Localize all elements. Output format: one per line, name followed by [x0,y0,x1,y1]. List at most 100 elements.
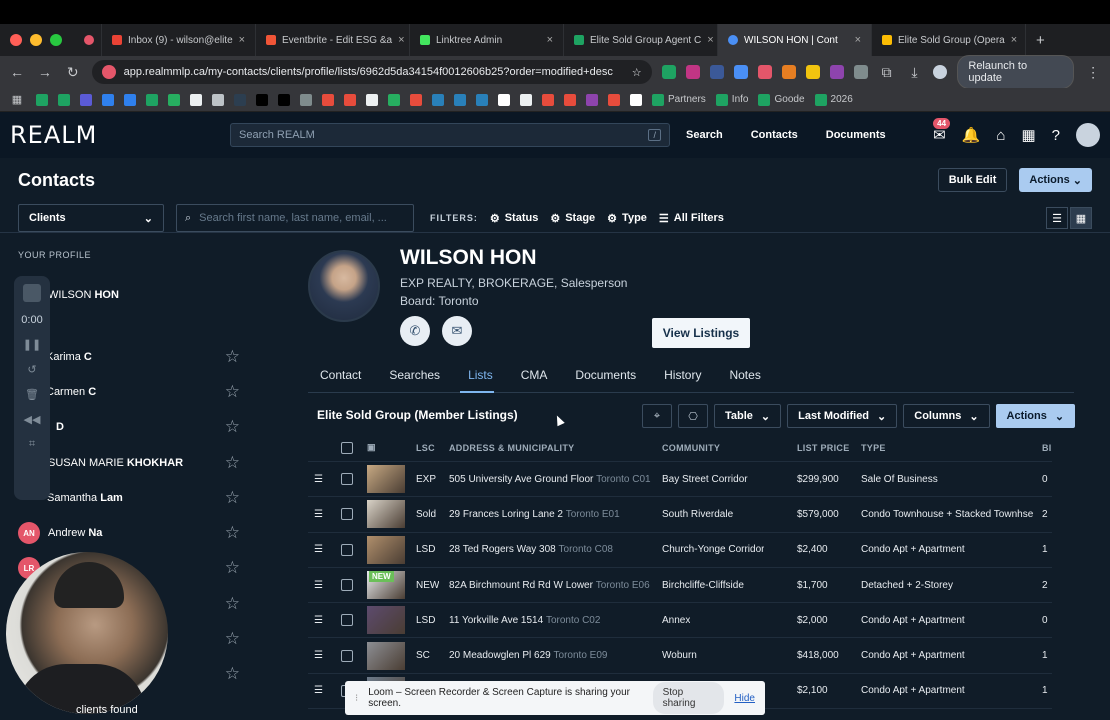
bookmark-icon[interactable] [168,93,180,106]
share-icon[interactable]: ⎔ [678,404,708,428]
star-icon[interactable]: ☆ [225,594,240,614]
bookmark-icon[interactable] [344,93,356,106]
rewind-icon[interactable]: ◀◀ [24,413,41,426]
col-extra[interactable]: BI [1042,434,1052,461]
row-checkbox[interactable] [341,543,353,556]
pause-icon[interactable]: ❚❚ [23,338,41,351]
cell-address[interactable]: 28 Ted Rogers Way 308 Toronto C08 [449,533,655,567]
address-bar[interactable]: app.realmmlp.ca/my-contacts/clients/prof… [91,60,652,84]
global-search-input[interactable]: Search REALM / [230,123,670,147]
extensions-puzzle-icon[interactable]: ⧉ [878,64,896,81]
client-type-select[interactable]: Clients ⌄ [18,204,164,232]
contact-list-item[interactable]: Karima C ☆ [18,346,240,368]
drag-handle-icon[interactable]: ☰ [314,533,323,567]
row-checkbox[interactable] [341,473,353,486]
close-tab-icon[interactable]: × [398,34,404,46]
filter-type[interactable]: ⚙ Type [607,212,647,225]
browser-tab-0[interactable] [74,24,102,56]
table-row[interactable]: ☰ LSD 28 Ted Rogers Way 308 Toronto C08 Chu… [308,533,1052,568]
grid-view-icon[interactable]: ▦ [1070,207,1092,229]
star-icon[interactable]: ☆ [225,453,240,473]
listing-thumbnail[interactable] [367,465,405,494]
bookmark-icon[interactable] [564,93,576,106]
bookmark-icon[interactable] [102,93,114,106]
browser-tab-4[interactable]: Elite Sold Group Agent C × [564,24,718,56]
filter-status[interactable]: ⚙ Status [490,212,539,225]
extension-icon[interactable] [733,65,748,79]
star-icon[interactable]: ☆ [225,523,240,543]
row-checkbox[interactable] [341,508,353,521]
extension-icon[interactable] [853,65,868,79]
drag-handle-icon[interactable]: ☰ [314,674,323,708]
browser-tab-1[interactable]: Inbox (9) - wilson@elite × [102,24,256,56]
bookmark-icon[interactable] [432,93,444,106]
browser-tab-2[interactable]: Eventbrite - Edit ESG &a × [256,24,410,56]
sidebar-profile[interactable]: WILSON HON [18,284,240,306]
listing-thumbnail[interactable]: NEW [367,571,405,600]
view-listings-button[interactable]: View Listings [652,318,750,348]
messages-icon[interactable]: ✉ 44 [933,118,951,144]
bookmark-icon[interactable] [80,93,92,106]
bookmark-icon[interactable] [454,93,466,106]
phone-icon[interactable]: ✆ [400,316,430,346]
table-row[interactable]: ☰ SC 20 Meadowglen Pl 629 Toronto E09 Wobur… [308,638,1052,674]
bookmark-star-icon[interactable]: ☆ [632,66,642,79]
listing-thumbnail[interactable] [367,606,405,635]
extension-icon[interactable] [781,65,796,79]
tab-searches[interactable]: Searches [389,368,440,382]
minimize-window-button[interactable] [30,34,42,46]
table-row[interactable]: ☰ LSD 11 Yorkville Ave 1514 Toronto C02 Ann… [308,603,1052,639]
cell-address[interactable]: 82A Birchmount Rd Rd W Lower Toronto E06 [449,568,655,602]
bookmark-icon[interactable] [256,93,268,106]
listing-thumbnail[interactable] [367,500,405,529]
filter-stage[interactable]: ⚙ Stage [550,212,595,225]
bookmark-icon[interactable] [520,93,532,106]
close-tab-icon[interactable]: × [239,34,245,46]
bookmark-icon[interactable] [58,93,70,106]
stop-recording-icon[interactable] [23,284,41,302]
browser-tab-3[interactable]: Linktree Admin × [410,24,564,56]
realm-logo[interactable]: REALM [10,121,230,149]
close-window-button[interactable] [10,34,22,46]
new-tab-button[interactable]: + [1026,24,1055,56]
bookmark-icon[interactable] [542,93,554,106]
drag-handle-icon[interactable]: ☰ [314,603,323,637]
star-icon[interactable]: ☆ [225,664,240,684]
menu-icon[interactable]: ⋮ [1084,64,1102,81]
bookmark-icon[interactable] [410,93,422,106]
nav-documents[interactable]: Documents [826,129,886,141]
bookmark-icon[interactable] [586,93,598,106]
tab-cma[interactable]: CMA [521,368,548,382]
bookmark-goode[interactable]: Goode [758,93,805,106]
apps-grid-icon[interactable]: ▦ [8,93,26,106]
stop-sharing-button[interactable]: Stop sharing [652,682,725,714]
extension-icon[interactable] [805,65,820,79]
bulk-edit-button[interactable]: Bulk Edit [937,168,1008,192]
bookmark-icon[interactable] [498,93,510,106]
star-icon[interactable]: ☆ [225,558,240,578]
drag-handle-icon[interactable]: ☰ [314,497,323,531]
apps-grid-icon[interactable]: ▦ [1021,126,1035,144]
tab-notes[interactable]: Notes [729,368,760,382]
profile-avatar[interactable] [933,65,948,79]
bookmark-icon[interactable] [234,93,246,106]
bookmark-icon[interactable] [366,93,378,106]
bookmark-icon[interactable] [124,93,136,106]
contact-list-item[interactable]: AN Andrew Na ☆ [18,522,240,544]
relaunch-button[interactable]: Relaunch to update [957,55,1075,89]
bookmark-icon[interactable] [146,93,158,106]
star-icon[interactable]: ☆ [225,347,240,367]
help-icon[interactable]: ? [1052,127,1060,144]
contact-list-item[interactable]: Samantha Lam ☆ [18,487,240,509]
view-dropdown[interactable]: Table ⌄ [714,404,782,428]
tab-documents[interactable]: Documents [575,368,636,382]
bookmark-info[interactable]: Info [715,93,748,106]
cell-address[interactable]: 29 Frances Loring Lane 2 Toronto E01 [449,497,655,531]
col-address[interactable]: ADDRESS & MUNICIPALITY [449,434,574,461]
star-icon[interactable]: ☆ [225,488,240,508]
drag-handle-icon[interactable]: ☰ [314,568,323,602]
contact-list-item[interactable]: Carmen C ☆ [18,381,240,403]
bookmark-icon[interactable] [388,93,400,106]
col-community[interactable]: COMMUNITY [662,434,720,461]
close-tab-icon[interactable]: × [547,34,553,46]
